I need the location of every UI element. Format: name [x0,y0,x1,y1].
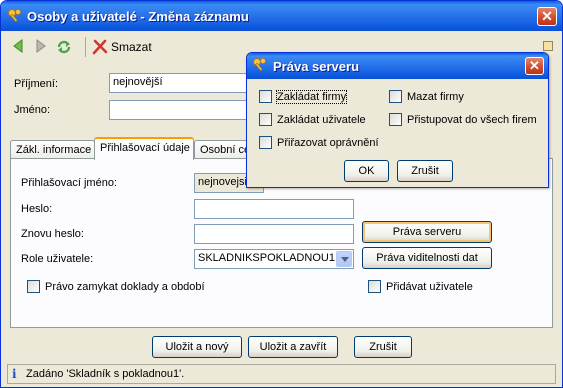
surname-field[interactable]: nejnovější [109,73,259,93]
password-again-label: Znovu heslo: [21,228,84,240]
lock-documents-label: Právo zamykat doklady a období [45,280,205,293]
keys-icon [253,58,266,72]
assign-permissions-checkbox[interactable]: Přiřazovat oprávnění [259,136,379,149]
checkbox-box[interactable] [368,280,381,293]
refresh-icon[interactable] [56,39,72,55]
checkbox-box[interactable] [389,113,402,126]
create-users-checkbox[interactable]: Zakládat uživatele [259,113,366,126]
delete-companies-label: Mazat firmy [407,90,464,103]
surname-label: Příjmení: [14,78,59,90]
access-all-companies-checkbox[interactable]: Přistupovat do všech firem [389,113,537,126]
arrow-left-icon[interactable] [11,39,25,53]
dialog-title: Práva serveru [273,59,360,74]
dialog-title-bar[interactable]: Práva serveru ✕ [247,53,548,79]
create-companies-label: Zakládat firmy [275,89,348,104]
info-icon: i [12,367,17,381]
data-visibility-button[interactable]: Práva viditelnosti dat [362,247,492,269]
window-title: Osoby a uživatelé - Změna záznamu [27,9,249,24]
close-button[interactable]: ✕ [537,7,557,26]
toolbar-separator [85,37,86,57]
role-label: Role uživatele: [21,253,94,265]
arrow-right-icon[interactable] [34,39,48,53]
assign-permissions-label: Přiřazovat oprávnění [277,136,379,149]
toolbar-pin-icon[interactable] [543,41,553,51]
create-companies-checkbox[interactable]: Zakládat firmy [259,89,348,104]
checkbox-box[interactable] [27,280,40,293]
cancel-button[interactable]: Zrušit [354,336,412,358]
dialog-cancel-button[interactable]: Zrušit [397,160,453,182]
password-field[interactable] [194,199,354,219]
login-name-label: Přihlašovací jméno: [21,177,117,189]
dialog-body: Zakládat firmy Mazat firmy Zakládat uživ… [250,79,545,186]
password-again-field[interactable] [194,224,354,244]
dialog-close-button[interactable]: ✕ [525,57,544,75]
role-select[interactable]: SKLADNIKSPOKLADNOU1... [194,249,354,269]
checkbox-box[interactable] [259,90,272,103]
add-users-label: Přidávat uživatele [386,280,473,293]
name-label: Jméno: [14,104,51,116]
create-users-label: Zakládat uživatele [277,113,366,126]
delete-x-icon [92,39,108,55]
save-new-button[interactable]: Uložit a nový [152,336,242,358]
access-all-companies-label: Přistupovat do všech firem [407,113,537,126]
delete-companies-checkbox[interactable]: Mazat firmy [389,90,464,103]
role-select-value: SKLADNIKSPOKLADNOU1... [198,252,345,264]
title-bar[interactable]: Osoby a uživatelé - Změna záznamu ✕ [1,1,562,31]
chevron-down-icon[interactable] [336,251,352,267]
save-close-button[interactable]: Uložit a zavřít [248,336,338,358]
dialog-ok-button[interactable]: OK [344,160,389,182]
password-label: Heslo: [21,203,53,215]
delete-button[interactable]: Smazat [92,38,152,56]
server-rights-dialog: Práva serveru ✕ Zakládat firmy Mazat fir… [246,52,549,188]
server-rights-button[interactable]: Práva serveru [362,221,492,243]
tab-login-details[interactable]: Přihlašovací údaje [94,137,194,160]
checkbox-box[interactable] [389,90,402,103]
checkbox-box[interactable] [259,136,272,149]
add-users-checkbox[interactable]: Přidávat uživatele [368,280,473,293]
tab-personal-center[interactable]: Osobní centrum [194,140,254,160]
keys-icon [8,9,21,23]
checkbox-box[interactable] [259,113,272,126]
status-text: Zadáno 'Skladník s pokladnou1'. [26,368,185,380]
tab-basic-info[interactable]: Zákl. informace [10,140,95,160]
lock-documents-checkbox[interactable]: Právo zamykat doklady a období [27,280,205,293]
status-bar: i Zadáno 'Skladník s pokladnou1'. [7,364,556,384]
name-field[interactable] [109,100,259,120]
delete-label: Smazat [111,40,152,54]
